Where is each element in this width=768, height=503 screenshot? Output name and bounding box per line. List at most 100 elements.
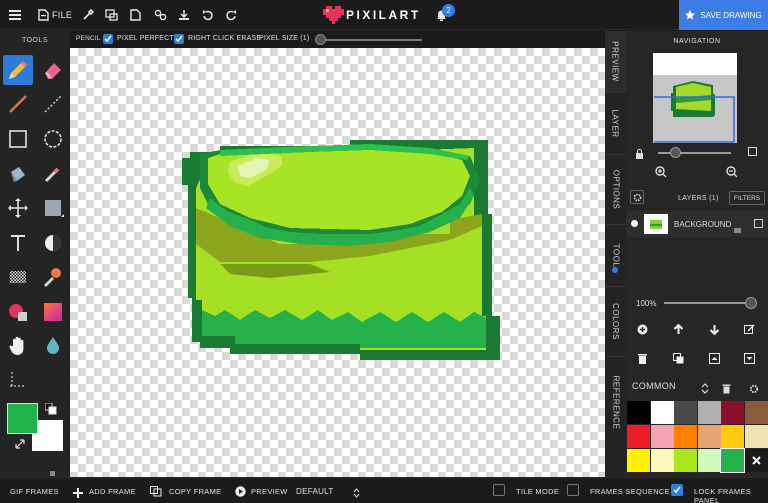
resize-icon[interactable] [102, 6, 120, 24]
save-drawing-button[interactable]: SAVE DRAWING [679, 0, 768, 30]
zoom-in-icon[interactable] [655, 165, 667, 178]
frames-sequence-checkbox[interactable] [567, 484, 579, 496]
palette-swatch[interactable] [627, 401, 650, 424]
line-tool[interactable] [3, 89, 33, 119]
move-layer-up-icon[interactable] [673, 322, 684, 334]
tab-tool[interactable]: TOOL [605, 225, 626, 287]
palette-swatch[interactable] [650, 425, 674, 448]
palette-swatch[interactable] [721, 425, 744, 448]
delete-layer-icon[interactable] [637, 351, 648, 364]
right-click-erase-checkbox[interactable] [174, 34, 184, 44]
eyedropper-icon[interactable] [79, 6, 97, 24]
tile-mode-checkbox[interactable] [493, 484, 505, 496]
filters-button[interactable]: FILTERS [729, 191, 765, 205]
duplicate-layer-icon[interactable] [673, 351, 684, 364]
speed-chevron-icon[interactable] [353, 485, 360, 498]
copy-frame-button[interactable]: COPY FRAME [169, 487, 221, 496]
dotted-line-tool[interactable] [38, 89, 68, 119]
new-page-icon[interactable] [126, 6, 144, 24]
palette-swatch[interactable] [744, 425, 768, 448]
undo-icon[interactable] [199, 6, 217, 24]
zoom-out-icon[interactable] [726, 165, 738, 178]
color-picker-tool[interactable] [38, 159, 68, 189]
palette-swatch[interactable] [627, 449, 650, 472]
toolbar-resize-handle[interactable] [50, 471, 55, 476]
palette-swatch[interactable] [650, 449, 674, 472]
circle-tool[interactable] [38, 124, 68, 154]
palette-switch-chevron-icon[interactable] [701, 381, 709, 394]
hamburger-menu-icon[interactable] [6, 6, 24, 24]
palette-selector[interactable]: COMMON [626, 375, 768, 397]
pixel-size-slider-handle[interactable] [315, 34, 326, 45]
add-layer-icon[interactable] [637, 322, 648, 335]
tab-reference[interactable]: REFERENCE [605, 357, 626, 447]
palette-swatch[interactable] [650, 401, 674, 424]
merge-up-icon[interactable] [709, 351, 720, 364]
layer-item[interactable]: BACKGROUND [626, 211, 768, 237]
lock-frames-panel-checkbox[interactable] [671, 484, 683, 496]
tab-preview[interactable]: PREVIEW [605, 31, 626, 93]
palette-settings-gear-icon[interactable] [749, 381, 759, 394]
lock-icon[interactable] [635, 146, 644, 159]
palette-swatch[interactable] [720, 448, 745, 473]
blur-drop-tool[interactable] [38, 331, 68, 361]
palette-swatch[interactable] [674, 401, 697, 424]
rectangle-tool[interactable] [3, 124, 33, 154]
layer-lock-icon[interactable] [734, 220, 741, 233]
opacity-slider-track[interactable] [664, 302, 752, 304]
shape-fill-tool[interactable] [3, 297, 33, 327]
palette-swatch[interactable] [697, 401, 721, 424]
play-icon[interactable] [235, 484, 246, 497]
palette-swatch[interactable] [697, 449, 721, 472]
preview-button[interactable]: PREVIEW [251, 487, 288, 496]
dither-shade-tool[interactable] [38, 228, 68, 258]
palette-swatch[interactable] [744, 401, 768, 424]
selection-tool[interactable] [38, 193, 68, 223]
animation-speed-select[interactable]: DEFAULT [296, 487, 334, 496]
palette-swatch[interactable] [674, 425, 697, 448]
palette-swatch[interactable] [627, 425, 650, 448]
pixel-size-slider-track[interactable] [320, 39, 422, 41]
palette-swatch[interactable] [697, 425, 721, 448]
swap-colors-icon[interactable] [44, 402, 57, 415]
zoom-slider-track[interactable] [658, 152, 731, 154]
tab-colors[interactable]: COLORS [605, 287, 626, 357]
reset-colors-icon[interactable] [14, 437, 26, 449]
file-menu[interactable]: FILE [52, 10, 72, 20]
palette-swatch[interactable] [674, 449, 697, 472]
navigation-preview[interactable] [653, 53, 737, 143]
file-icon[interactable] [34, 6, 52, 24]
text-tool[interactable] [3, 228, 33, 258]
dither-tool[interactable] [3, 262, 33, 292]
palette-remove-color-icon[interactable] [744, 449, 768, 472]
gif-frames-label[interactable]: GIF FRAMES [10, 487, 59, 496]
move-layer-down-icon[interactable] [709, 322, 720, 336]
fullscreen-toggle-icon[interactable] [748, 147, 757, 156]
tab-layer[interactable]: LAYER [605, 93, 626, 155]
fill-bucket-tool[interactable] [3, 159, 33, 189]
layer-select-checkbox[interactable] [754, 219, 763, 228]
pixel-perfect-checkbox[interactable] [103, 34, 113, 44]
grid-select-tool[interactable] [3, 365, 33, 395]
edit-layer-icon[interactable] [744, 322, 755, 334]
plus-icon[interactable] [73, 485, 83, 498]
download-icon[interactable] [175, 6, 193, 24]
palette-swatch[interactable] [721, 401, 744, 424]
palette-delete-icon[interactable] [722, 381, 731, 394]
redo-icon[interactable] [222, 6, 240, 24]
zoom-slider-handle[interactable] [670, 147, 681, 158]
move-tool[interactable] [3, 193, 33, 223]
primary-color-swatch[interactable] [7, 403, 38, 434]
opacity-slider-handle[interactable] [745, 297, 757, 309]
layer-visibility-dot[interactable] [631, 220, 638, 227]
merge-down-icon[interactable] [744, 351, 755, 364]
stamp-tool[interactable] [38, 262, 68, 292]
eraser-tool[interactable] [38, 55, 68, 85]
layer-settings-gear-icon[interactable] [630, 190, 644, 204]
add-frame-button[interactable]: ADD FRAME [89, 487, 136, 496]
settings-gears-icon[interactable] [151, 6, 169, 24]
tab-options[interactable]: OPTIONS [605, 155, 626, 225]
pencil-tool[interactable] [3, 55, 33, 85]
copy-icon[interactable] [150, 484, 162, 497]
pan-hand-tool[interactable] [3, 331, 33, 361]
